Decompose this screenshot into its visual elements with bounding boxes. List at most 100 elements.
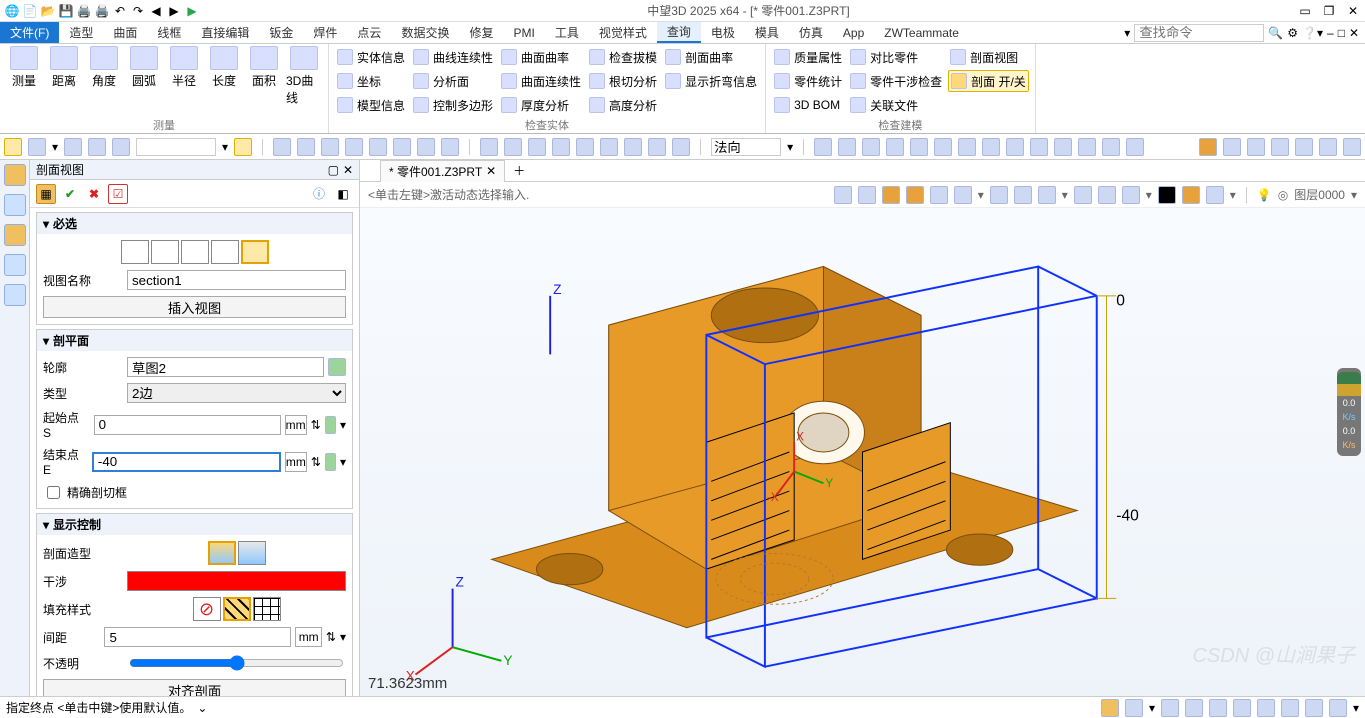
plane-opt-2[interactable]: [151, 240, 179, 264]
status-icon[interactable]: [1101, 699, 1119, 717]
status-icon[interactable]: [1281, 699, 1299, 717]
file-menu[interactable]: 文件(F): [0, 22, 59, 43]
vtool-icon[interactable]: [1074, 186, 1092, 204]
tool-icon[interactable]: [417, 138, 435, 156]
compare-button[interactable]: 对比零件: [848, 46, 944, 68]
radius-button[interactable]: 半径: [166, 46, 202, 117]
viewport-3d[interactable]: 0 -40 Y X -X Z Y X Z 71.3623: [360, 208, 1365, 696]
palette-box-icon[interactable]: [4, 224, 26, 246]
restore-icon[interactable]: ❐: [1321, 3, 1337, 19]
minimize-icon[interactable]: ▭: [1297, 3, 1313, 19]
new-icon[interactable]: 📄: [22, 3, 38, 19]
tool-icon[interactable]: [982, 138, 1000, 156]
analyze-face-button[interactable]: 分析面: [411, 70, 495, 92]
tool-icon[interactable]: [441, 138, 459, 156]
help-icon[interactable]: ❔▾: [1302, 26, 1323, 40]
dropdown-icon[interactable]: ▾: [787, 140, 793, 154]
apply-icon[interactable]: ☑: [108, 184, 128, 204]
curve3d-button[interactable]: 3D曲线: [286, 46, 322, 117]
tool-icon[interactable]: [838, 138, 856, 156]
height-button[interactable]: 高度分析: [587, 94, 659, 116]
panel-close-icon[interactable]: ✕: [343, 163, 353, 177]
view-icon[interactable]: [1223, 138, 1241, 156]
type-select[interactable]: 2边: [127, 383, 346, 403]
color-black[interactable]: [1158, 186, 1176, 204]
status-dropdown-icon[interactable]: ⌄: [197, 701, 207, 715]
tab-close-icon[interactable]: ✕: [486, 164, 496, 178]
pick-icon[interactable]: [328, 358, 346, 376]
print-preview-icon[interactable]: 🖨️: [94, 3, 110, 19]
draft-button[interactable]: 检查拔模: [587, 46, 659, 68]
dash-circle-icon[interactable]: [88, 138, 106, 156]
status-icon[interactable]: [1209, 699, 1227, 717]
fill-none[interactable]: ⊘: [193, 597, 221, 621]
shape-opt-2[interactable]: [238, 541, 266, 565]
vtool-icon[interactable]: [1098, 186, 1116, 204]
spacing-input[interactable]: [104, 627, 291, 647]
interfere-button[interactable]: 零件干涉检查: [848, 70, 944, 92]
tool-icon[interactable]: [1054, 138, 1072, 156]
menu-tab[interactable]: 线框: [147, 22, 191, 43]
section-curv-button[interactable]: 剖面曲率: [663, 46, 759, 68]
info-icon[interactable]: ⓘ: [309, 184, 329, 204]
view-cube-icon[interactable]: [1199, 138, 1217, 156]
section-toggle-button[interactable]: 剖面 开/关: [948, 70, 1029, 92]
vtool-icon[interactable]: [1122, 186, 1140, 204]
menu-tab[interactable]: 点云: [347, 22, 391, 43]
dropdown-icon[interactable]: ▾: [52, 140, 58, 154]
area-button[interactable]: 面积: [246, 46, 282, 117]
tool-icon[interactable]: [393, 138, 411, 156]
dropdown-icon[interactable]: ▾: [340, 418, 346, 432]
collapse-icon[interactable]: ▾: [43, 334, 49, 348]
dropdown-icon[interactable]: ▾: [1351, 188, 1357, 202]
vtool-icon[interactable]: [930, 186, 948, 204]
view-name-input[interactable]: [127, 270, 346, 290]
menu-tab[interactable]: 修复: [459, 22, 503, 43]
print-icon[interactable]: 🖨️: [76, 3, 92, 19]
tool-icon[interactable]: [480, 138, 498, 156]
vtool-icon[interactable]: [1014, 186, 1032, 204]
dropdown-icon[interactable]: ▾: [1146, 188, 1152, 202]
status-icon[interactable]: [1257, 699, 1275, 717]
nav-fwd-icon[interactable]: ▶: [166, 3, 182, 19]
redo-icon[interactable]: ↷: [130, 3, 146, 19]
menu-tab[interactable]: 曲面: [103, 22, 147, 43]
tool-icon[interactable]: [886, 138, 904, 156]
palette-tree-icon[interactable]: [4, 194, 26, 216]
filter-icon[interactable]: [112, 138, 130, 156]
insert-view-button[interactable]: 插入视图: [43, 296, 346, 318]
tool-icon[interactable]: [814, 138, 832, 156]
shape-opt-1[interactable]: [208, 541, 236, 565]
vtool-icon[interactable]: [990, 186, 1008, 204]
tool-icon[interactable]: [1126, 138, 1144, 156]
expand-icon[interactable]: ◧: [333, 184, 353, 204]
tool-icon[interactable]: [369, 138, 387, 156]
tool-icon[interactable]: [600, 138, 618, 156]
ok-icon[interactable]: ✔: [60, 184, 80, 204]
arc-button[interactable]: 圆弧: [126, 46, 162, 117]
undo-icon[interactable]: ↶: [112, 3, 128, 19]
menu-tab[interactable]: 视觉样式: [589, 22, 657, 43]
palette-cube-icon[interactable]: [4, 164, 26, 186]
filter-input[interactable]: [136, 138, 216, 156]
plane-opt-1[interactable]: [121, 240, 149, 264]
tool-icon[interactable]: [910, 138, 928, 156]
tool-icon[interactable]: [273, 138, 291, 156]
tool-icon[interactable]: [345, 138, 363, 156]
menu-tab[interactable]: 直接编辑: [191, 22, 259, 43]
panel-undock-icon[interactable]: ▢: [328, 163, 339, 177]
dropdown-icon[interactable]: ▾: [1353, 701, 1359, 715]
spinner-icon[interactable]: ⇅: [326, 630, 336, 644]
tool-icon[interactable]: [504, 138, 522, 156]
tool-icon[interactable]: [624, 138, 642, 156]
vtool-icon[interactable]: [834, 186, 852, 204]
mass-prop-button[interactable]: 质量属性: [772, 46, 844, 68]
status-icon[interactable]: [1125, 699, 1143, 717]
pick-icon[interactable]: [325, 416, 336, 434]
curve-cont-button[interactable]: 曲线连续性: [411, 46, 495, 68]
view-icon[interactable]: [1343, 138, 1361, 156]
menu-tab[interactable]: ZWTeammate: [874, 22, 969, 43]
tool-icon[interactable]: [321, 138, 339, 156]
cursor-icon[interactable]: [4, 138, 22, 156]
plane-opt-5[interactable]: [241, 240, 269, 264]
